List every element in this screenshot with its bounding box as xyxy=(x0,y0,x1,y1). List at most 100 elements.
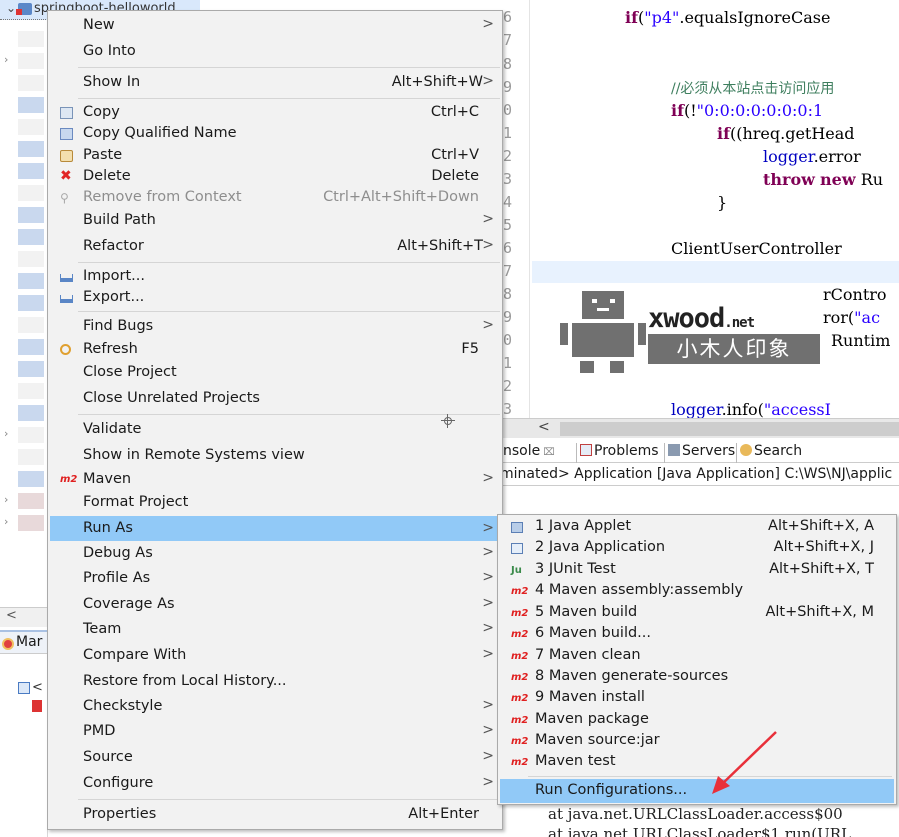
menu-item-label: 6 Maven build... xyxy=(535,625,652,641)
tree-item[interactable] xyxy=(16,226,46,248)
arrow-shaft xyxy=(719,731,777,787)
menu-item-close-project[interactable]: Close Project xyxy=(50,362,500,384)
tree-item[interactable] xyxy=(16,182,46,204)
submenu-item-maven-generate-sources[interactable]: m2 8 Maven generate-sources xyxy=(500,667,894,688)
tab-problems[interactable]: Problems xyxy=(576,443,662,463)
menu-item-checkstyle[interactable]: Checkstyle > xyxy=(50,696,500,718)
menu-item-profile-as[interactable]: Profile As > xyxy=(50,568,500,590)
tree-item[interactable] xyxy=(16,160,46,182)
explorer-horizontal-scrollbar[interactable]: < xyxy=(0,607,48,627)
tree-item[interactable] xyxy=(16,446,46,468)
line-number: 3 xyxy=(503,400,513,418)
editor-horizontal-scrollbar[interactable]: < xyxy=(500,418,899,438)
tree-item[interactable] xyxy=(16,204,46,226)
chevron-right-icon[interactable]: › xyxy=(4,427,8,440)
tree-item[interactable] xyxy=(16,94,46,116)
submenu-item-maven-build-dialog[interactable]: m2 6 Maven build... xyxy=(500,624,894,645)
tree-item[interactable] xyxy=(16,380,46,402)
chevron-right-icon[interactable]: › xyxy=(4,53,8,66)
submenu-item-maven-build[interactable]: m2 5 Maven build Alt+Shift+X, M xyxy=(500,603,894,624)
menu-item-label: Refresh xyxy=(83,341,138,357)
submenu-item-java-applet[interactable]: 1 Java Applet Alt+Shift+X, A xyxy=(500,517,894,538)
tree-item[interactable] xyxy=(16,336,46,358)
menu-item-coverage-as[interactable]: Coverage As > xyxy=(50,594,500,616)
tab-markers[interactable]: Mar xyxy=(0,630,48,654)
menu-item-format-project[interactable]: Format Project xyxy=(50,492,500,514)
menu-item-copy-qualified-name[interactable]: Copy Qualified Name xyxy=(50,123,500,145)
submenu-arrow-icon: > xyxy=(482,722,494,738)
submenu-item-junit-test[interactable]: Ju 3 JUnit Test Alt+Shift+X, T xyxy=(500,560,894,581)
markers-row[interactable]: < xyxy=(18,680,43,695)
tree-item[interactable]: › xyxy=(4,424,46,446)
tree-item[interactable] xyxy=(16,402,46,424)
scrollbar-thumb[interactable] xyxy=(560,422,899,436)
tree-item[interactable]: › xyxy=(4,512,46,534)
delete-icon: ✖ xyxy=(60,168,72,184)
tree-item[interactable] xyxy=(16,358,46,380)
menu-item-export[interactable]: Export... xyxy=(50,287,500,309)
submenu-arrow-icon: > xyxy=(482,73,494,89)
tree-item[interactable] xyxy=(16,292,46,314)
tree-item[interactable]: › xyxy=(4,50,46,72)
line-number: 6 xyxy=(503,239,513,257)
menu-item-configure[interactable]: Configure > xyxy=(50,773,500,795)
submenu-arrow-icon: > xyxy=(482,569,494,585)
menu-item-team[interactable]: Team > xyxy=(50,619,500,641)
menu-item-paste[interactable]: Paste Ctrl+V xyxy=(50,145,500,167)
submenu-item-maven-clean[interactable]: m2 7 Maven clean xyxy=(500,646,894,667)
menu-item-maven[interactable]: m2 Maven > xyxy=(50,469,500,491)
submenu-item-maven-install[interactable]: m2 9 Maven install xyxy=(500,688,894,709)
menu-item-pmd[interactable]: PMD > xyxy=(50,721,500,743)
menu-item-restore-from-local-history[interactable]: Restore from Local History... xyxy=(50,671,500,693)
menu-item-validate[interactable]: Validate xyxy=(50,419,500,441)
chevron-right-icon[interactable]: › xyxy=(4,515,8,528)
menu-item-properties[interactable]: Properties Alt+Enter xyxy=(50,804,500,826)
menu-item-new[interactable]: New > xyxy=(50,15,500,37)
submenu-arrow-icon: > xyxy=(482,774,494,790)
search-icon xyxy=(740,444,752,456)
menu-item-close-unrelated-projects[interactable]: Close Unrelated Projects xyxy=(50,388,500,410)
tree-item[interactable] xyxy=(16,270,46,292)
tree-item[interactable] xyxy=(16,248,46,270)
menu-item-go-into[interactable]: Go Into xyxy=(50,41,500,63)
menu-item-refresh[interactable]: Refresh F5 xyxy=(50,339,500,361)
submenu-arrow-icon: > xyxy=(482,748,494,764)
tab-servers[interactable]: Servers xyxy=(664,443,738,463)
menu-item-delete[interactable]: ✖ Delete Delete xyxy=(50,166,500,188)
menu-item-show-in-remote-systems[interactable]: Show in Remote Systems view xyxy=(50,445,500,467)
submenu-arrow-icon: > xyxy=(482,317,494,333)
menu-item-show-in[interactable]: Show In Alt+Shift+W > xyxy=(50,72,500,94)
console-description: minated> Application [Java Application] … xyxy=(500,464,899,486)
chevron-down-icon[interactable]: ⌄ xyxy=(6,1,16,15)
menu-item-label: Maven test xyxy=(535,753,616,769)
tree-item[interactable] xyxy=(16,28,46,50)
scroll-left-arrow[interactable]: < xyxy=(6,608,17,623)
tab-console[interactable]: nsole ⌧ xyxy=(500,443,558,463)
tree-item[interactable] xyxy=(16,116,46,138)
menu-item-build-path[interactable]: Build Path > xyxy=(50,210,500,232)
submenu-item-maven-assembly[interactable]: m2 4 Maven assembly:assembly xyxy=(500,581,894,602)
scroll-left-arrow[interactable]: < xyxy=(538,419,550,435)
menu-item-copy[interactable]: Copy Ctrl+C xyxy=(50,102,500,124)
menu-item-remove-from-context[interactable]: ⚲ Remove from Context Ctrl+Alt+Shift+Down xyxy=(50,187,500,209)
submenu-arrow-icon: > xyxy=(482,470,494,486)
menu-item-label: Remove from Context xyxy=(83,189,242,205)
menu-item-refactor[interactable]: Refactor Alt+Shift+T > xyxy=(50,236,500,258)
menu-item-import[interactable]: Import... xyxy=(50,266,500,288)
chevron-right-icon[interactable]: › xyxy=(4,493,8,506)
menu-item-source[interactable]: Source > xyxy=(50,747,500,769)
menu-item-find-bugs[interactable]: Find Bugs > xyxy=(50,316,500,338)
maven-icon: m2 xyxy=(511,736,529,747)
tree-item[interactable]: › xyxy=(4,490,46,512)
menu-item-compare-with[interactable]: Compare With > xyxy=(50,645,500,667)
tree-item[interactable] xyxy=(16,468,46,490)
tree-item[interactable] xyxy=(16,138,46,160)
tree-item[interactable] xyxy=(16,72,46,94)
menu-item-run-as[interactable]: Run As > xyxy=(50,516,500,541)
submenu-item-java-application[interactable]: 2 Java Application Alt+Shift+X, J xyxy=(500,538,894,559)
tab-search[interactable]: Search xyxy=(736,443,805,463)
line-number: 1 xyxy=(503,124,513,142)
close-icon[interactable]: ⌧ xyxy=(543,447,555,458)
menu-item-debug-as[interactable]: Debug As > xyxy=(50,543,500,565)
tree-item[interactable] xyxy=(16,314,46,336)
